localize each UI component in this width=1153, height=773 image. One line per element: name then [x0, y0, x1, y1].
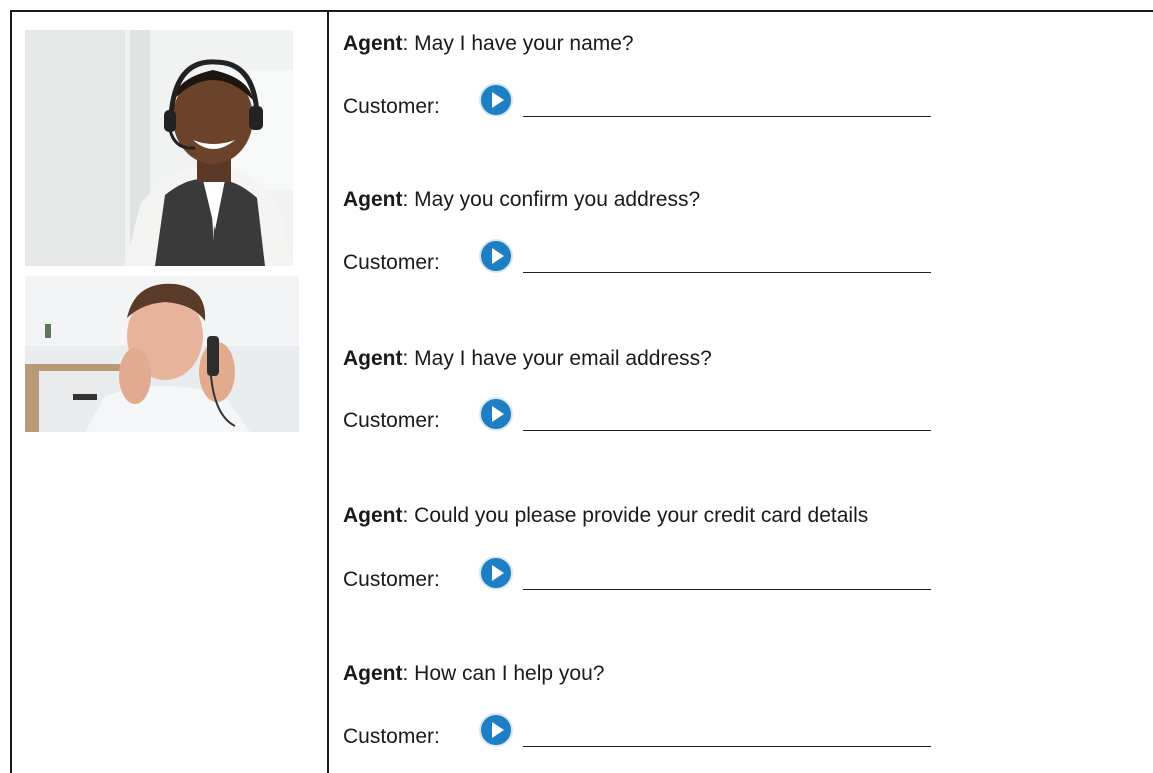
agent-question-text: : May you confirm you address?	[402, 188, 701, 211]
answer-blank[interactable]	[523, 746, 931, 747]
customer-label: Customer:	[343, 95, 440, 118]
play-audio-button[interactable]	[478, 712, 514, 748]
play-icon	[479, 83, 513, 117]
customer-response-row-3: Customer:	[343, 396, 943, 436]
agent-question-text: : May I have your email address?	[402, 347, 712, 370]
customer-label: Customer:	[343, 568, 440, 591]
answer-blank[interactable]	[523, 116, 931, 117]
agent-label: Agent	[343, 504, 403, 527]
answer-blank[interactable]	[523, 589, 931, 590]
customer-photo	[25, 276, 299, 432]
play-icon	[479, 713, 513, 747]
agent-label: Agent	[343, 188, 403, 211]
play-icon	[479, 239, 513, 273]
agent-label: Agent	[343, 662, 403, 685]
customer-label: Customer:	[343, 725, 440, 748]
agent-question-1: Agent: May I have your name?	[343, 31, 634, 57]
play-audio-button[interactable]	[478, 555, 514, 591]
customer-photo-image	[25, 276, 299, 432]
column-divider	[327, 10, 329, 773]
agent-photo-image	[25, 30, 293, 266]
customer-label: Customer:	[343, 251, 440, 274]
agent-question-text: : How can I help you?	[402, 662, 605, 685]
play-audio-button[interactable]	[478, 396, 514, 432]
play-icon	[479, 397, 513, 431]
dialog-column: Agent: May I have your name? Customer: A…	[343, 0, 1133, 773]
customer-response-row-2: Customer:	[343, 238, 943, 278]
answer-blank[interactable]	[523, 272, 931, 273]
play-icon	[479, 556, 513, 590]
agent-question-text: : May I have your name?	[402, 32, 634, 55]
play-audio-button[interactable]	[478, 82, 514, 118]
agent-question-3: Agent: May I have your email address?	[343, 346, 712, 372]
agent-question-4: Agent: Could you please provide your cre…	[343, 503, 868, 529]
customer-label: Customer:	[343, 409, 440, 432]
agent-question-5: Agent: How can I help you?	[343, 661, 604, 687]
answer-blank[interactable]	[523, 430, 931, 431]
play-audio-button[interactable]	[478, 238, 514, 274]
agent-label: Agent	[343, 347, 403, 370]
agent-question-2: Agent: May you confirm you address?	[343, 187, 700, 213]
customer-response-row-1: Customer:	[343, 82, 943, 122]
agent-label: Agent	[343, 32, 403, 55]
customer-response-row-5: Customer:	[343, 712, 943, 752]
agent-question-text: : Could you please provide your credit c…	[402, 504, 869, 527]
agent-photo	[25, 30, 293, 266]
customer-response-row-4: Customer:	[343, 555, 943, 595]
